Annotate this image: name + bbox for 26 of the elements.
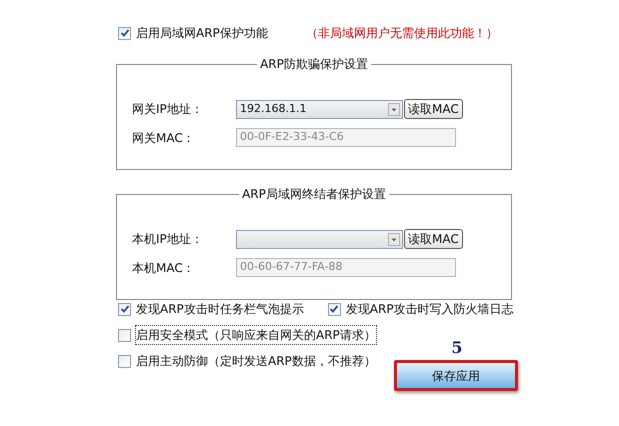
field-label: 本机MAC： [132,260,196,276]
read-mac-button[interactable]: 读取MAC [404,229,463,249]
mac-field: 00-0F-E2-33-43-C6 [236,128,456,147]
checkbox-label: 启用主动防御（定时发送ARP数据，不推荐） [136,353,376,370]
checkbox[interactable] [118,302,131,316]
group-title: ARP防欺骗保护设置 [257,56,371,72]
field-label: 网关MAC： [132,130,196,146]
checkbox[interactable] [118,328,131,342]
ip-combo-box[interactable] [236,230,403,248]
mac-field: 00-60-67-77-FA-88 [236,258,456,277]
checkbox[interactable] [118,354,131,368]
ip-value: 192.168.1.1 [240,100,306,117]
read-mac-button[interactable]: 读取MAC [404,99,463,119]
ip-combo-box[interactable]: 192.168.1.1 [236,100,403,118]
checkbox[interactable] [328,302,341,316]
step-number: 5 [451,339,463,357]
field-label: 网关IP地址： [132,101,204,118]
checkbox-label: 发现ARP攻击时写入防火墙日志 [346,301,514,318]
checkbox-label: 启用局域网ARP保护功能 [136,25,268,42]
checkbox-label: 发现ARP攻击时任务栏气泡提示 [136,301,304,318]
checkbox[interactable] [118,26,131,40]
save-apply-button[interactable]: 保存应用 [394,360,518,391]
checkbox-label: 启用安全模式（只响应来自网关的ARP请求） [136,326,376,344]
field-label: 本机IP地址： [132,231,204,248]
warning-note: （非局域网用户无需使用此功能！） [306,25,498,42]
group-title: ARP局域网终结者保护设置 [239,186,389,202]
